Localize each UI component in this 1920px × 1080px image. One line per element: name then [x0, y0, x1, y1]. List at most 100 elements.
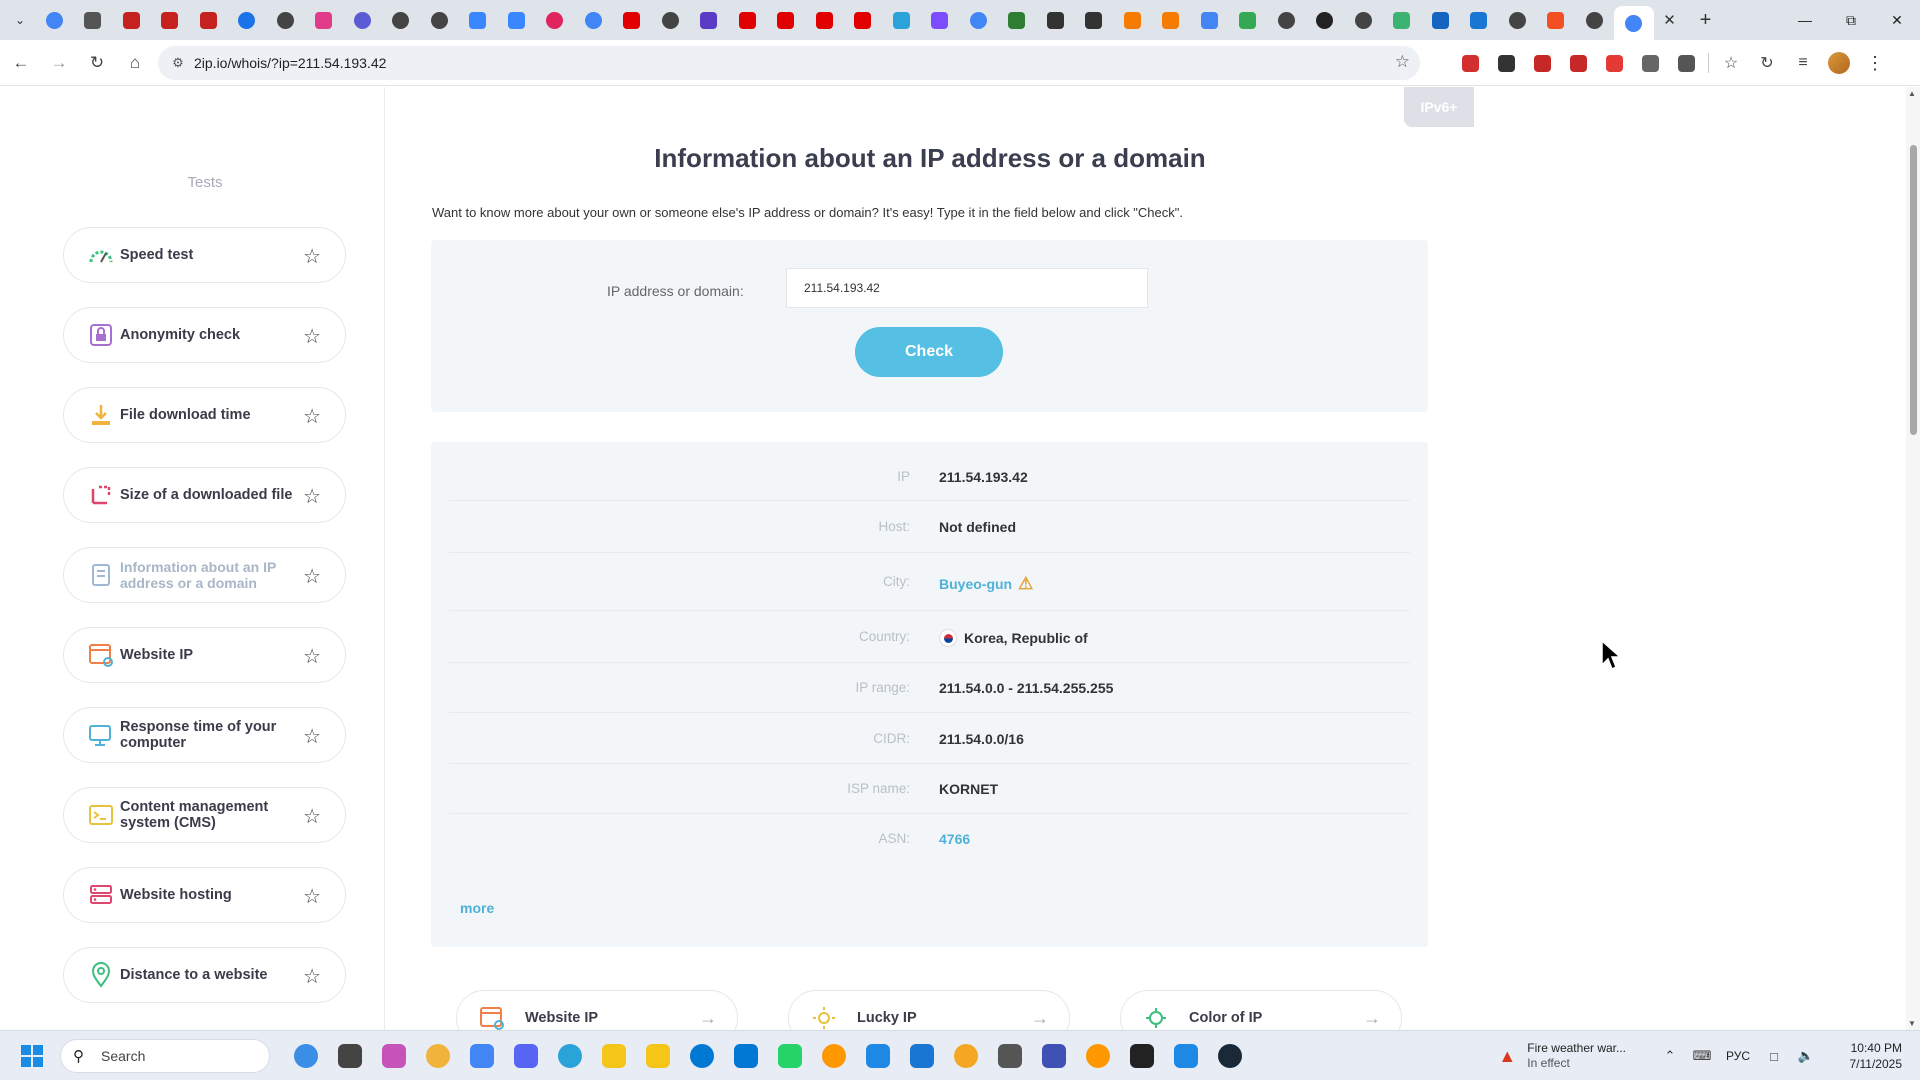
extension-icon[interactable] — [1488, 46, 1524, 80]
site-info-icon[interactable]: ⚙ — [166, 51, 190, 75]
extension-icon[interactable] — [1596, 46, 1632, 80]
keyboard-icon[interactable]: ⌨ — [1686, 1048, 1718, 1064]
related-test-card[interactable]: Lucky IP → — [788, 990, 1070, 1030]
taskbar-app[interactable] — [1164, 1036, 1208, 1076]
taskbar-app[interactable] — [328, 1036, 372, 1076]
bookmark-star-icon[interactable]: ☆ — [1395, 52, 1410, 72]
back-button[interactable]: ← — [4, 46, 38, 80]
extension-icon[interactable] — [1668, 46, 1704, 80]
favorite-star-icon[interactable]: ☆ — [303, 484, 321, 509]
taskbar-app[interactable] — [988, 1036, 1032, 1076]
favorite-star-icon[interactable]: ☆ — [303, 244, 321, 269]
sidebar-item[interactable]: Website IP ☆ — [63, 627, 346, 683]
browser-tab[interactable] — [420, 4, 459, 36]
start-button[interactable] — [12, 1036, 52, 1076]
browser-tab[interactable] — [382, 4, 421, 36]
extension-icon[interactable] — [1524, 46, 1560, 80]
language-indicator[interactable]: РУС — [1718, 1049, 1758, 1063]
favorite-star-icon[interactable]: ☆ — [303, 404, 321, 429]
sidebar-item[interactable]: File download time ☆ — [63, 387, 346, 443]
browser-tab[interactable] — [1575, 4, 1614, 36]
taskbar-app[interactable] — [548, 1036, 592, 1076]
taskbar-app[interactable] — [372, 1036, 416, 1076]
browser-tab[interactable] — [343, 4, 382, 36]
taskbar-app[interactable] — [460, 1036, 504, 1076]
restore-button[interactable]: ⧉ — [1828, 0, 1874, 40]
browser-tab[interactable] — [35, 4, 74, 36]
browser-tab[interactable] — [228, 4, 267, 36]
chevron-up-icon[interactable]: ⌃ — [1654, 1048, 1686, 1064]
scroll-up-icon[interactable]: ▲ — [1908, 89, 1916, 98]
browser-tab[interactable] — [1075, 4, 1114, 36]
taskbar-app[interactable] — [944, 1036, 988, 1076]
taskbar-app[interactable] — [504, 1036, 548, 1076]
browser-tab[interactable] — [1344, 4, 1383, 36]
home-button[interactable]: ⌂ — [118, 46, 152, 80]
ip-input[interactable] — [786, 268, 1148, 308]
browser-tab[interactable] — [959, 4, 998, 36]
taskbar-app[interactable] — [768, 1036, 812, 1076]
taskbar-app[interactable] — [680, 1036, 724, 1076]
browser-tab[interactable] — [1421, 4, 1460, 36]
favorite-star-icon[interactable]: ☆ — [303, 724, 321, 749]
browser-tab[interactable] — [1036, 4, 1075, 36]
browser-tab[interactable] — [998, 4, 1037, 36]
browser-tab[interactable] — [651, 4, 690, 36]
taskbar-app[interactable] — [812, 1036, 856, 1076]
taskbar-app[interactable] — [284, 1036, 328, 1076]
profile-button[interactable] — [1821, 46, 1857, 80]
browser-menu-icon[interactable]: ⋮ — [1857, 46, 1893, 80]
sidebar-item[interactable]: Size of a downloaded file ☆ — [63, 467, 346, 523]
sidebar-item[interactable]: Anonymity check ☆ — [63, 307, 346, 363]
result-value-wrap[interactable]: 4766 — [939, 831, 970, 847]
browser-tab[interactable] — [497, 4, 536, 36]
browser-tab[interactable] — [1229, 4, 1268, 36]
browser-tab[interactable] — [882, 4, 921, 36]
browser-tab[interactable] — [1152, 4, 1191, 36]
taskbar-app[interactable] — [1032, 1036, 1076, 1076]
favorite-star-icon[interactable]: ☆ — [303, 804, 321, 829]
browser-tab[interactable] — [305, 4, 344, 36]
extension-icon[interactable] — [1452, 46, 1488, 80]
taskbar-app[interactable] — [1120, 1036, 1164, 1076]
browser-tab[interactable] — [921, 4, 960, 36]
sidebar-item[interactable]: Response time of your computer ☆ — [63, 707, 346, 763]
scroll-down-icon[interactable]: ▼ — [1908, 1019, 1916, 1028]
ipv6-badge[interactable]: IPv6+ — [1404, 87, 1474, 127]
network-icon[interactable]: □ — [1758, 1049, 1790, 1064]
favorite-star-icon[interactable]: ☆ — [303, 564, 321, 589]
sidebar-item[interactable]: Distance to a website ☆ — [63, 947, 346, 1003]
check-button[interactable]: Check — [855, 327, 1003, 377]
taskbar-app[interactable] — [1076, 1036, 1120, 1076]
result-value-wrap[interactable]: Buyeo-gun ⚠ — [939, 574, 1033, 594]
browser-tab[interactable] — [690, 4, 729, 36]
browser-tab[interactable] — [1190, 4, 1229, 36]
close-window-button[interactable]: ✕ — [1874, 0, 1920, 40]
taskbar-app[interactable] — [1208, 1036, 1252, 1076]
extension-icon[interactable] — [1560, 46, 1596, 80]
bookmarks-icon[interactable]: ☆ — [1713, 46, 1749, 80]
browser-tab[interactable] — [151, 4, 190, 36]
browser-tab[interactable] — [574, 4, 613, 36]
favorite-star-icon[interactable]: ☆ — [303, 964, 321, 989]
minimize-button[interactable]: — — [1782, 0, 1828, 40]
more-link[interactable]: more — [460, 900, 494, 916]
media-controls-icon[interactable]: ≡ — [1785, 46, 1821, 80]
browser-tab[interactable] — [613, 4, 652, 36]
browser-tab[interactable] — [728, 4, 767, 36]
sidebar-item[interactable]: Content management system (CMS) ☆ — [63, 787, 346, 843]
forward-button[interactable]: → — [42, 46, 76, 80]
clock[interactable]: 10:40 PM 7/11/2025 — [1822, 1040, 1903, 1072]
page-scrollbar[interactable]: ▲ ▼ — [1906, 87, 1920, 1030]
sidebar-item[interactable]: Website hosting ☆ — [63, 867, 346, 923]
sidebar-item[interactable]: Information about an IP address or a dom… — [63, 547, 346, 603]
weather-widget[interactable]: ▲ Fire weather war... In effect — [1495, 1041, 1626, 1071]
browser-tab[interactable] — [536, 4, 575, 36]
browser-tab[interactable] — [1267, 4, 1306, 36]
taskbar-app[interactable] — [900, 1036, 944, 1076]
tab-search-chevron-icon[interactable]: ⌄ — [5, 5, 35, 35]
browser-tab[interactable] — [767, 4, 806, 36]
browser-tab[interactable] — [1537, 4, 1576, 36]
taskbar-app[interactable] — [724, 1036, 768, 1076]
reading-mode-icon[interactable]: ↻ — [1749, 46, 1785, 80]
